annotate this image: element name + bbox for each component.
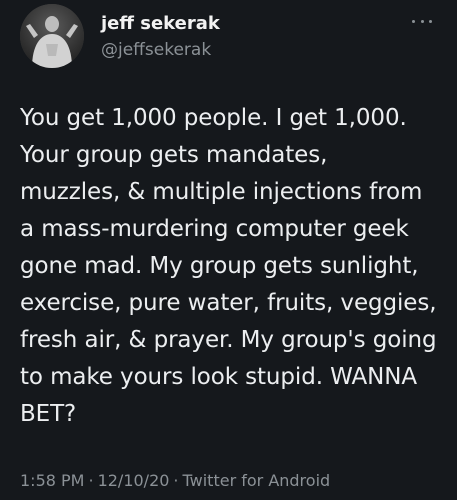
tweet-source[interactable]: Twitter for Android bbox=[183, 471, 331, 490]
tweet-text: You get 1,000 people. I get 1,000. Your … bbox=[20, 105, 437, 427]
avatar[interactable] bbox=[20, 4, 84, 68]
tweet-time[interactable]: 1:58 PM bbox=[20, 471, 84, 490]
tweet-meta: 1:58 PM · 12/10/20 · Twitter for Android bbox=[20, 470, 330, 492]
dot bbox=[429, 19, 432, 23]
display-name[interactable]: jeff sekerak bbox=[101, 13, 220, 35]
avatar-image bbox=[20, 4, 84, 68]
meta-separator: · bbox=[88, 471, 94, 490]
dot bbox=[412, 19, 415, 23]
handle[interactable]: @jeffsekerak bbox=[101, 39, 211, 61]
more-options-icon[interactable] bbox=[409, 14, 435, 28]
tweet-date[interactable]: 12/10/20 bbox=[98, 471, 170, 490]
dot bbox=[420, 19, 424, 23]
meta-separator: · bbox=[173, 471, 179, 490]
